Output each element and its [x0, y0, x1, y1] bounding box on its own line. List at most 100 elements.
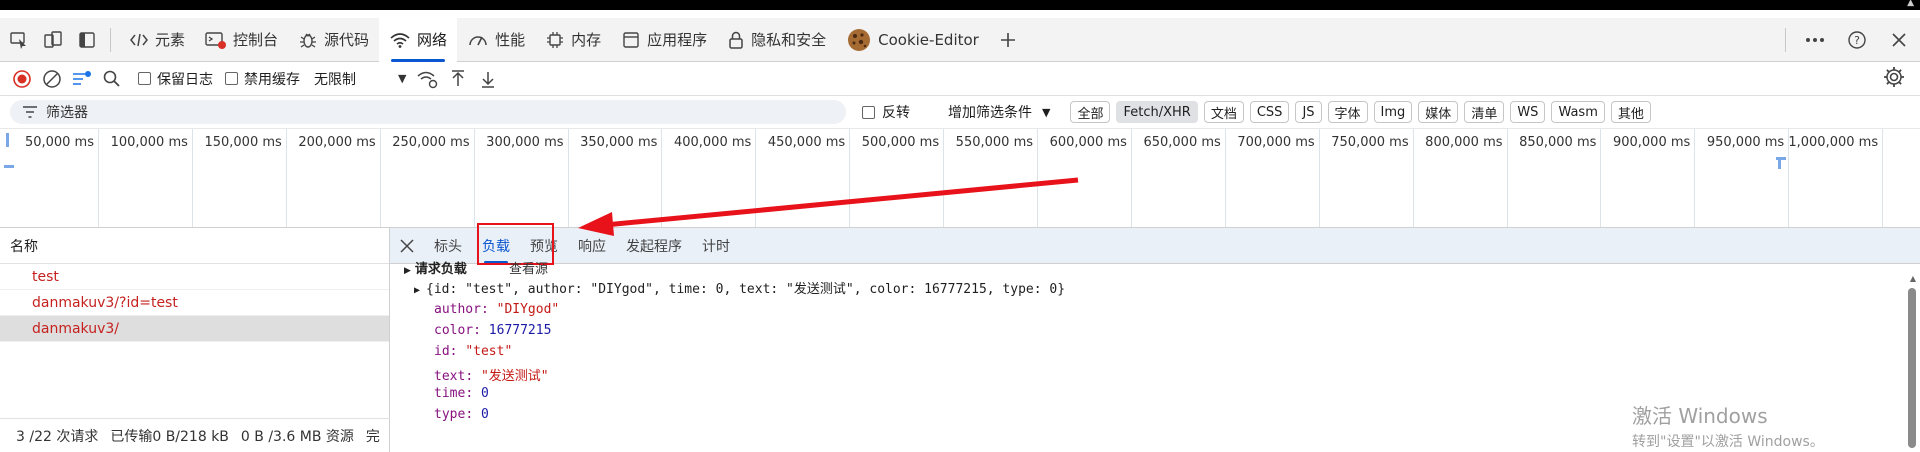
- more-filters-dropdown[interactable]: 增加筛选条件 ▼: [948, 102, 1050, 122]
- device-emulation-icon[interactable]: [38, 25, 68, 55]
- watermark-line1: 激活 Windows: [1632, 404, 1768, 428]
- clear-icon[interactable]: [38, 65, 66, 93]
- checkbox-label: 反转: [882, 105, 910, 121]
- request-row-selected[interactable]: danmakuv3/: [0, 316, 389, 342]
- filter-chip[interactable]: 文档: [1203, 101, 1244, 123]
- add-tab-button[interactable]: [989, 18, 1027, 62]
- disable-cache-checkbox[interactable]: 禁用缓存: [225, 69, 300, 89]
- filter-chip[interactable]: Fetch/XHR: [1116, 101, 1198, 123]
- payload-summary[interactable]: ▶ {id: "test", author: "DIYgod", time: 0,…: [414, 278, 1065, 297]
- tabbar-separator: [110, 27, 111, 52]
- chip-icon: [545, 30, 565, 50]
- tab-timing[interactable]: 计时: [692, 228, 740, 264]
- import-har-icon[interactable]: [444, 65, 472, 93]
- plus-icon: [1000, 32, 1015, 47]
- preserve-log-checkbox[interactable]: 保留日志: [138, 69, 213, 89]
- request-row[interactable]: test: [0, 264, 389, 290]
- timeline-tick-label: 250,000 ms: [392, 135, 470, 150]
- filter-chip[interactable]: CSS: [1249, 101, 1290, 123]
- filter-chip[interactable]: WS: [1510, 101, 1546, 123]
- filter-chip[interactable]: 媒体: [1418, 101, 1459, 123]
- timeline-tick-label: 50,000 ms: [24, 135, 94, 150]
- payload-property: time: 0: [434, 386, 489, 401]
- vertical-scrollbar[interactable]: [1908, 288, 1916, 448]
- tab-initiator[interactable]: 发起程序: [616, 228, 692, 264]
- throttle-value: 无限制: [314, 71, 356, 88]
- tab-elements[interactable]: 元素: [119, 18, 195, 62]
- detail-tab-label: 响应: [578, 238, 606, 255]
- tab-privacy-security[interactable]: 隐私和安全: [717, 18, 836, 62]
- tab-sources[interactable]: 源代码: [288, 18, 379, 62]
- windows-activation-watermark: 激活 Windows 转到"设置"以激活 Windows。: [1632, 400, 1824, 451]
- timeline-tick-label: 500,000 ms: [861, 135, 940, 150]
- status-truncated-text: 完: [365, 428, 380, 445]
- tab-label: 内存: [571, 31, 602, 49]
- help-icon[interactable]: ?: [1842, 25, 1872, 55]
- more-options-icon[interactable]: [1800, 25, 1830, 55]
- timeline-request-mark: [1778, 159, 1781, 169]
- payload-property: text: "发送测试": [434, 369, 549, 384]
- payload-property: id: "test": [434, 344, 513, 359]
- property-value: "DIYgod": [496, 302, 560, 317]
- checkbox-label: 禁用缓存: [244, 71, 300, 88]
- filter-input[interactable]: 筛选器: [10, 100, 846, 124]
- gear-icon[interactable]: [1882, 65, 1906, 93]
- filter-bar: 筛选器 反转 增加筛选条件 ▼ 全部 Fetch/XHR 文档 CSS JS 字体 Img 媒…: [0, 96, 1920, 128]
- request-payload-section[interactable]: ▶ 请求负载 查看源: [404, 258, 548, 277]
- network-timeline-overview[interactable]: 50,000 ms 100,000 ms 150,000 ms 200,000 ms 2…: [0, 128, 1920, 228]
- network-conditions-icon[interactable]: [414, 65, 442, 93]
- request-row[interactable]: danmakuv3/?id=test: [0, 290, 389, 316]
- timeline-tick-label: 350,000 ms: [580, 135, 658, 150]
- property-key: color: [434, 323, 474, 338]
- scroll-up-icon[interactable]: ▲: [1910, 274, 1916, 283]
- close-devtools-icon[interactable]: [1884, 25, 1914, 55]
- inspect-element-icon[interactable]: [4, 25, 34, 55]
- bug-icon: [298, 31, 318, 49]
- throttle-select[interactable]: 无限制 ▼: [314, 69, 406, 89]
- tab-console[interactable]: 控制台: [195, 18, 288, 62]
- filter-chip[interactable]: 字体: [1327, 101, 1368, 123]
- invert-checkbox[interactable]: 反转: [862, 102, 910, 122]
- name-column-header[interactable]: 名称: [0, 228, 389, 264]
- tab-cookie-editor[interactable]: Cookie-Editor: [836, 18, 989, 62]
- timeline-tick-label: 1,0: [1882, 135, 1920, 150]
- filter-chip[interactable]: Wasm: [1551, 101, 1605, 123]
- tab-application[interactable]: 应用程序: [611, 18, 717, 62]
- timeline-tick-label: 200,000 ms: [298, 135, 376, 150]
- export-har-icon[interactable]: [474, 65, 502, 93]
- tab-response[interactable]: 响应: [568, 228, 616, 264]
- tab-performance[interactable]: 性能: [457, 18, 535, 62]
- record-icon[interactable]: [8, 65, 36, 93]
- timeline-tick-label: 100,000 ms: [110, 135, 188, 150]
- chevron-down-icon: ▼: [1042, 105, 1051, 119]
- property-value: "test": [465, 344, 513, 359]
- filter-settings-icon[interactable]: [68, 65, 96, 93]
- view-source-link[interactable]: 查看源: [509, 262, 548, 277]
- filter-chip[interactable]: 清单: [1464, 101, 1505, 123]
- more-filters-label: 增加筛选条件: [948, 105, 1032, 121]
- checkbox-box: [138, 72, 151, 85]
- tab-memory[interactable]: 内存: [535, 18, 611, 62]
- filter-chip[interactable]: JS: [1295, 101, 1322, 123]
- search-icon[interactable]: [98, 65, 126, 93]
- request-name: test: [32, 268, 59, 285]
- filter-chip[interactable]: Img: [1373, 101, 1413, 123]
- tab-network[interactable]: 网络: [379, 17, 458, 62]
- request-name: danmakuv3/: [32, 320, 120, 337]
- resource-size: 0 B /3.6 MB 资源: [240, 428, 354, 445]
- filter-chip[interactable]: 其他: [1610, 101, 1651, 123]
- request-name: danmakuv3/?id=test: [32, 294, 178, 311]
- timeline-tick-label: 700,000 ms: [1237, 135, 1315, 150]
- filter-placeholder: 筛选器: [46, 105, 88, 121]
- code-brackets-icon: [129, 32, 149, 48]
- payload-summary-text: {id: "test", author: "DIYgod", time: 0, …: [426, 282, 1066, 297]
- tab-label: 隐私和安全: [751, 31, 827, 49]
- dock-side-icon[interactable]: [72, 25, 102, 55]
- network-toolbar: 保留日志 禁用缓存 无限制 ▼: [0, 62, 1920, 96]
- property-value: "发送测试": [480, 369, 549, 384]
- checkbox-box: [862, 105, 875, 119]
- watermark-line2: 转到"设置"以激活 Windows。: [1632, 434, 1824, 450]
- filter-chip[interactable]: 全部: [1070, 101, 1111, 123]
- timeline-tick-label: 1,000,000 ms: [1788, 135, 1879, 150]
- cookie-icon: [846, 27, 872, 53]
